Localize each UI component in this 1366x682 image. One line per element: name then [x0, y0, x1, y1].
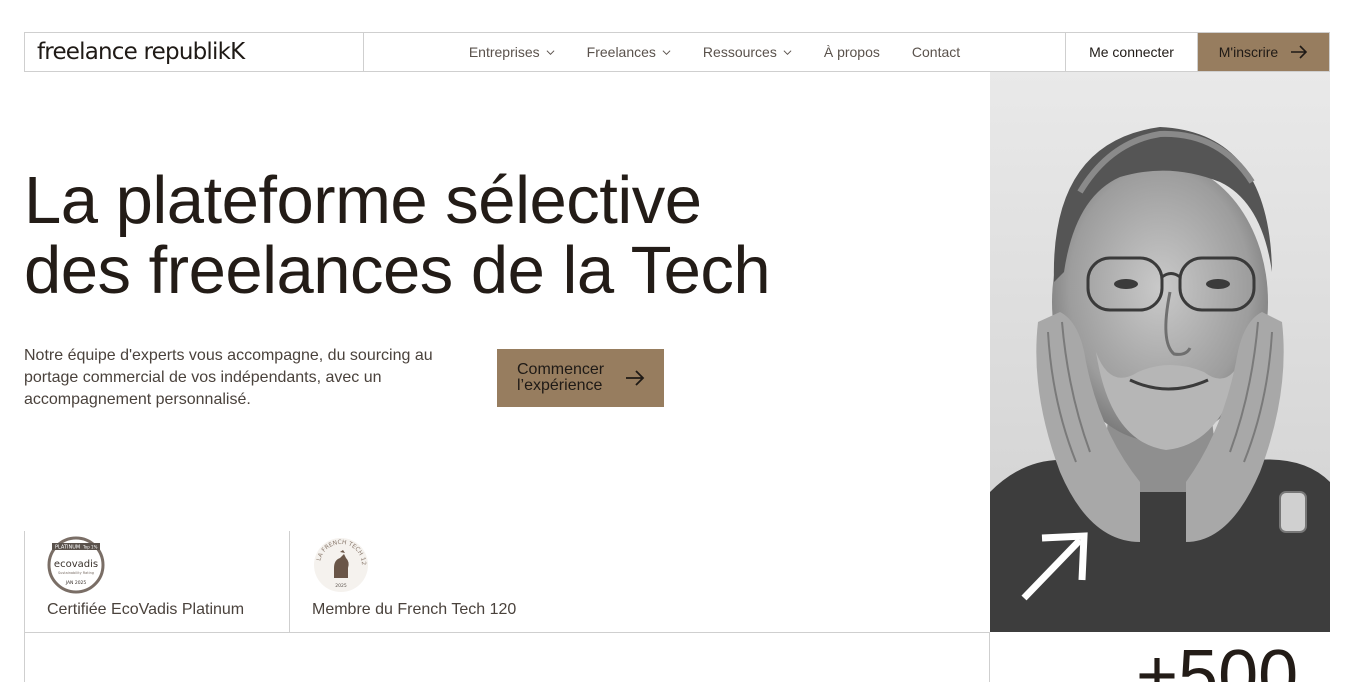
ecovadis-logo-text: ecovadis [54, 559, 98, 570]
chevron-down-icon [783, 49, 792, 55]
menu-item-a-propos[interactable]: À propos [824, 44, 880, 60]
badge-label: Certifiée EcoVadis Platinum [47, 601, 245, 618]
signup-button-label: M'inscrire [1218, 44, 1279, 60]
hero-title-line-2: des freelances de la Tech [24, 233, 771, 308]
main-menu: Entreprises Freelances Ressources À prop… [364, 33, 1066, 71]
ecovadis-logo-sub: Sustainability Rating [58, 571, 94, 575]
hero-portrait-image [990, 72, 1330, 632]
french-tech-logo-date: 2025 [335, 583, 347, 589]
signup-button[interactable]: M'inscrire [1198, 33, 1329, 71]
top-navbar: freelance republikK Entreprises Freelanc… [24, 32, 1330, 72]
arrow-right-icon [1291, 45, 1308, 59]
chevron-down-icon [662, 49, 671, 55]
menu-item-label: Contact [911, 44, 961, 60]
start-experience-label: Commencer l’expérience [517, 361, 605, 394]
login-button[interactable]: Me connecter [1066, 33, 1198, 71]
ecovadis-top-right-label: Top 1% [82, 545, 98, 550]
menu-item-ressources[interactable]: Ressources [703, 44, 792, 60]
brand-logo-text: freelance republik [37, 39, 231, 65]
portrait-illustration [990, 72, 1330, 632]
stat-value: +500 [1136, 636, 1299, 682]
next-section-panel [24, 633, 990, 682]
menu-item-label: À propos [823, 44, 880, 60]
french-tech-logo: LA FRENCH TECH 120 2025 [312, 536, 368, 592]
chevron-down-icon [546, 49, 555, 55]
hero-title: La plateforme sélective des freelances d… [24, 166, 944, 306]
badge-ecovadis: PLATINUM Top 1% ecovadis Sustainability … [24, 531, 290, 632]
hero-title-line-1: La plateforme sélective [24, 163, 702, 238]
ecovadis-top-label: PLATINUM [55, 545, 80, 551]
brand-logo[interactable]: freelance republikK [37, 39, 245, 65]
menu-item-contact[interactable]: Contact [912, 44, 960, 60]
start-experience-button[interactable]: Commencer l’expérience [497, 349, 664, 407]
certification-badges: PLATINUM Top 1% ecovadis Sustainability … [24, 531, 990, 633]
menu-item-label: Freelances [586, 44, 656, 60]
menu-item-freelances[interactable]: Freelances [587, 44, 671, 60]
login-button-label: Me connecter [1089, 44, 1174, 60]
ecovadis-logo: PLATINUM Top 1% ecovadis Sustainability … [47, 536, 105, 594]
menu-item-entreprises[interactable]: Entreprises [469, 44, 555, 60]
menu-item-label: Entreprises [468, 44, 540, 60]
hero-description: Notre équipe d'experts vous accompagne, … [24, 347, 433, 408]
menu-item-label: Ressources [702, 44, 777, 60]
arrow-right-icon [626, 370, 645, 386]
ecovadis-logo-date: JAN 2025 [65, 580, 87, 586]
logo-cell: freelance republikK [25, 33, 364, 71]
brand-logo-mark: K [230, 39, 245, 65]
badge-french-tech: LA FRENCH TECH 120 2025 Membre du French… [290, 531, 590, 632]
badge-label: Membre du French Tech 120 [312, 601, 517, 618]
